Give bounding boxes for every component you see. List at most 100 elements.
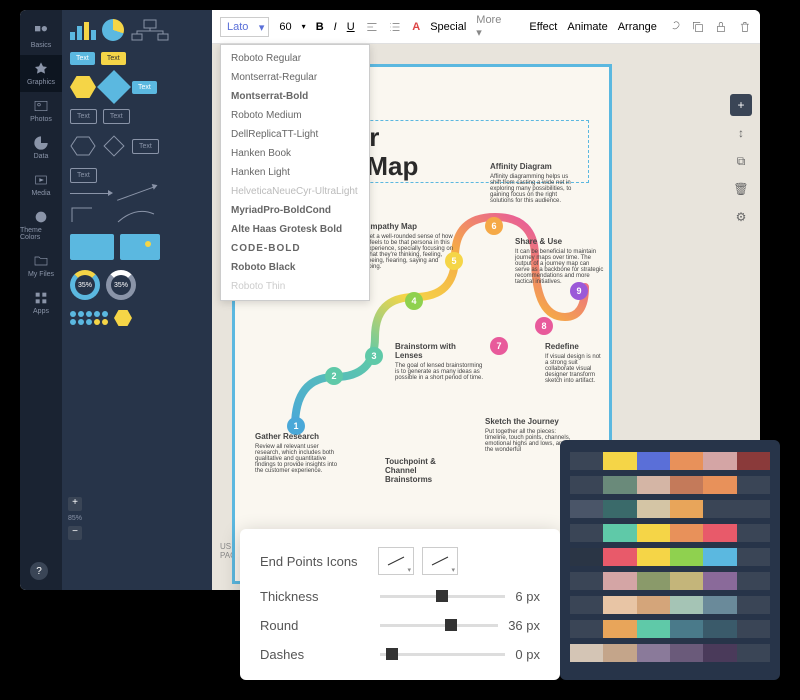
palette-row[interactable] [570, 524, 770, 542]
link-icon[interactable] [667, 20, 681, 34]
swatch[interactable] [603, 644, 636, 662]
swatch[interactable] [670, 500, 703, 518]
palette-row[interactable] [570, 596, 770, 614]
copy-icon[interactable] [691, 20, 705, 34]
swatch[interactable] [603, 524, 636, 542]
swatch[interactable] [703, 572, 736, 590]
effect-button[interactable]: Effect [529, 21, 557, 33]
font-option[interactable]: Roboto Regular [221, 49, 369, 68]
font-option[interactable]: CODE-BOLD [221, 239, 369, 258]
swatch[interactable] [570, 548, 603, 566]
swatch[interactable] [637, 452, 670, 470]
font-option[interactable]: Montserrat-Bold [221, 87, 369, 106]
list-icon[interactable] [388, 20, 402, 34]
font-option[interactable]: MyriadPro-BoldCond [221, 201, 369, 220]
nav-theme-colors[interactable]: Theme Colors [20, 203, 62, 247]
thickness-slider[interactable] [380, 595, 505, 598]
arrow-line-diag[interactable] [117, 186, 155, 201]
color-palette-panel[interactable] [560, 440, 780, 680]
font-selector[interactable]: Lato▾ [220, 17, 269, 37]
node-7[interactable]: 7 [490, 337, 508, 355]
map-shape[interactable] [120, 234, 160, 260]
dot-matrix[interactable] [70, 311, 108, 325]
swatch[interactable] [703, 452, 736, 470]
settings-icon[interactable]: ⚙ [730, 206, 752, 228]
diamond-blue[interactable] [97, 70, 131, 104]
swatch[interactable] [703, 524, 736, 542]
elbow-line[interactable] [70, 204, 110, 224]
swatch[interactable] [670, 596, 703, 614]
swatch[interactable] [603, 548, 636, 566]
node-3[interactable]: 3 [365, 347, 383, 365]
nav-photos[interactable]: Photos [20, 92, 62, 129]
text-pill[interactable]: Text [132, 81, 157, 94]
palette-row[interactable] [570, 548, 770, 566]
font-option[interactable]: Montserrat-Regular [221, 68, 369, 87]
small-hex[interactable] [114, 310, 132, 326]
endpoint-start[interactable] [378, 547, 414, 575]
swatch[interactable] [670, 524, 703, 542]
swatch[interactable] [603, 596, 636, 614]
swatch[interactable] [637, 476, 670, 494]
donut-chart[interactable]: 35% [70, 270, 100, 300]
arrange-button[interactable]: Arrange [618, 21, 657, 33]
text-outline[interactable]: Text [70, 109, 97, 124]
font-dropdown[interactable]: Roboto Regular Montserrat-Regular Montse… [220, 44, 370, 301]
swatch[interactable] [737, 524, 770, 542]
swatch[interactable] [637, 596, 670, 614]
swatch[interactable] [670, 620, 703, 638]
node-8[interactable]: 8 [535, 317, 553, 335]
curve-line[interactable] [116, 204, 156, 224]
node-2[interactable]: 2 [325, 367, 343, 385]
palette-row[interactable] [570, 476, 770, 494]
swatch[interactable] [637, 500, 670, 518]
palette-row[interactable] [570, 644, 770, 662]
swatch[interactable] [737, 452, 770, 470]
swatch[interactable] [603, 452, 636, 470]
swatch[interactable] [570, 596, 603, 614]
font-option[interactable]: Roboto Thin [221, 277, 369, 296]
node-6[interactable]: 6 [485, 217, 503, 235]
hexagon-yellow[interactable] [70, 76, 96, 98]
swatch[interactable] [603, 620, 636, 638]
endpoint-end[interactable] [422, 547, 458, 575]
font-option[interactable]: Roboto Medium [221, 106, 369, 125]
font-option[interactable]: DellReplicaTT-Light [221, 125, 369, 144]
underline-button[interactable]: U [347, 21, 355, 33]
swatch[interactable] [670, 644, 703, 662]
special-button[interactable]: Special [430, 21, 466, 33]
bar-chart-icon[interactable] [70, 20, 96, 40]
dashes-slider[interactable] [380, 653, 505, 656]
swatch[interactable] [703, 548, 736, 566]
font-option[interactable]: Hanken Light [221, 163, 369, 182]
flowchart-icon[interactable] [130, 18, 170, 42]
palette-row[interactable] [570, 500, 770, 518]
text-shape[interactable]: Text [70, 52, 95, 65]
swatch[interactable] [603, 500, 636, 518]
nav-my-files[interactable]: My Files [20, 247, 62, 284]
arrow-line[interactable] [70, 193, 110, 194]
text-outline2[interactable]: Text [103, 109, 130, 124]
swatch[interactable] [570, 476, 603, 494]
delete-icon[interactable]: 🗑 [730, 178, 752, 200]
swatch[interactable] [670, 476, 703, 494]
swatch[interactable] [570, 524, 603, 542]
zoom-in-button[interactable]: + [68, 497, 82, 511]
nav-apps[interactable]: Apps [20, 284, 62, 321]
text-shape-yellow[interactable]: Text [101, 52, 126, 65]
font-option[interactable]: Alte Haas Grotesk Bold [221, 220, 369, 239]
trash-icon[interactable] [738, 20, 752, 34]
swatch[interactable] [737, 644, 770, 662]
swatch[interactable] [570, 620, 603, 638]
lock-icon[interactable] [714, 20, 728, 34]
swatch[interactable] [703, 620, 736, 638]
palette-row[interactable] [570, 452, 770, 470]
swatch[interactable] [670, 452, 703, 470]
swatch[interactable] [737, 476, 770, 494]
add-button[interactable]: + [730, 94, 752, 116]
text-outline4[interactable]: Text [70, 168, 97, 183]
bold-button[interactable]: B [316, 21, 324, 33]
table-shape[interactable] [70, 234, 114, 260]
line-properties-panel[interactable]: End Points Icons Thickness6 px Round36 p… [240, 529, 560, 680]
donut-chart-2[interactable]: 35% [106, 270, 136, 300]
